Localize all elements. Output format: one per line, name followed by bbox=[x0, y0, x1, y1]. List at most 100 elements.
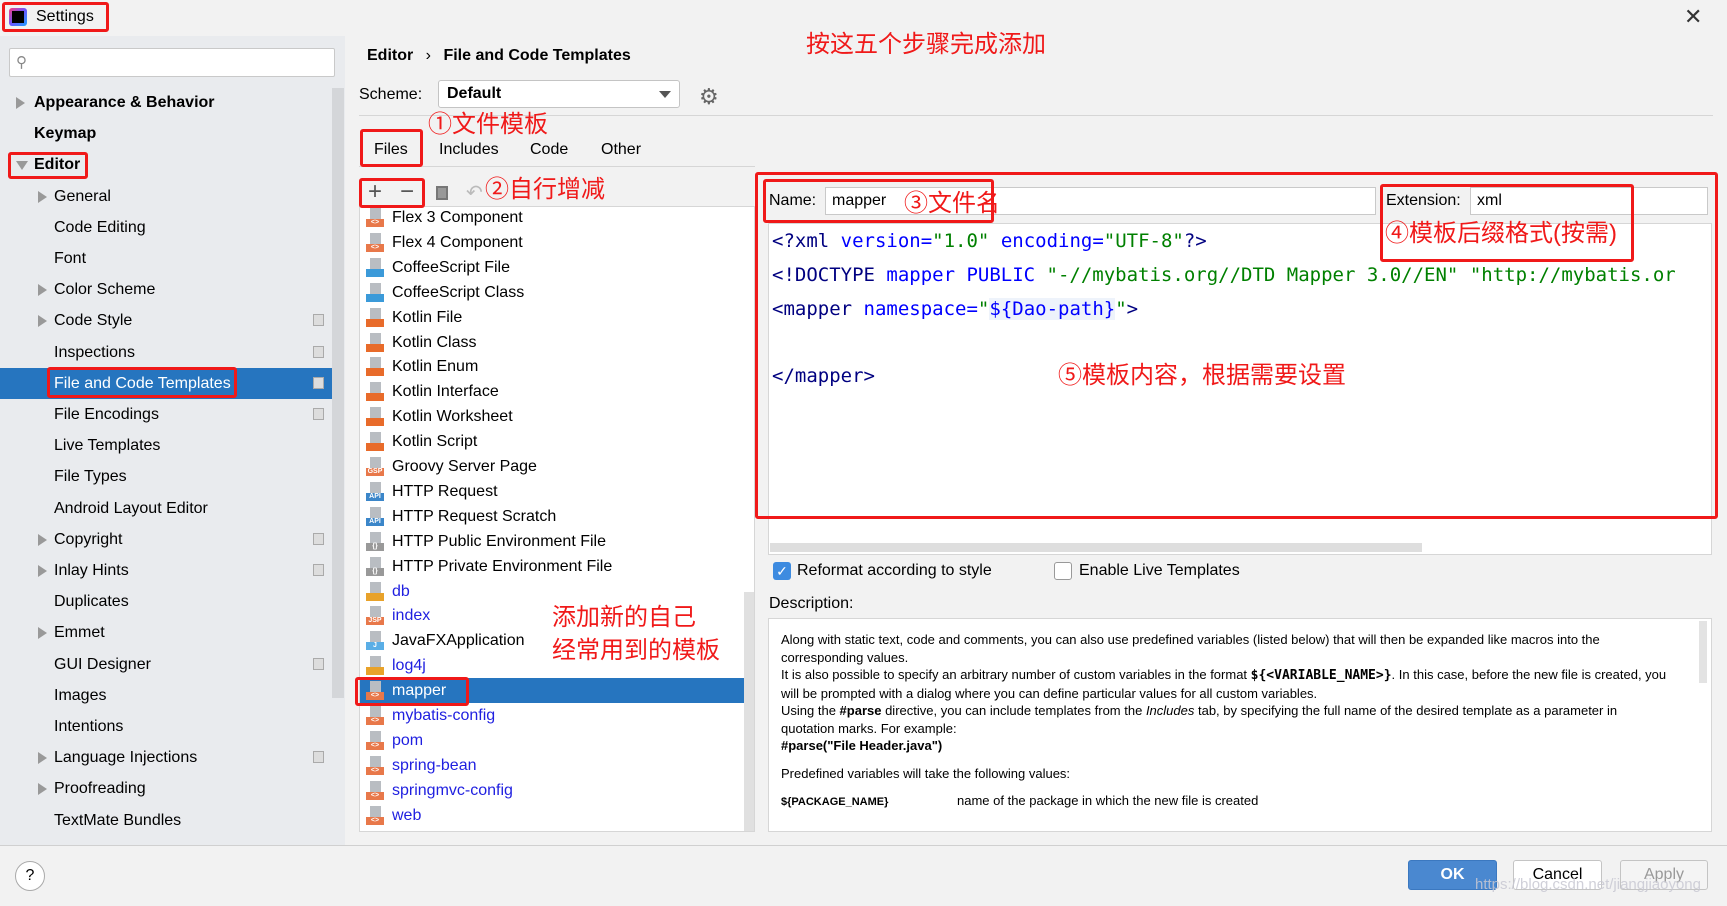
list-item[interactable]: Kotlin Interface bbox=[360, 379, 754, 404]
java-file-icon: J bbox=[366, 631, 384, 651]
chevron-right-icon[interactable] bbox=[38, 533, 47, 546]
sidebar-item-font[interactable]: Font bbox=[0, 243, 332, 274]
help-button[interactable]: ? bbox=[15, 861, 45, 891]
chevron-right-icon[interactable] bbox=[16, 97, 25, 109]
list-item[interactable]: <> Flex 4 Component bbox=[360, 230, 754, 255]
editor-horizontal-scrollbar[interactable] bbox=[770, 543, 1422, 552]
copy-template-icon[interactable] bbox=[436, 186, 448, 200]
list-item[interactable]: Kotlin Script bbox=[360, 429, 754, 454]
sidebar-item-label: Android Layout Editor bbox=[54, 499, 208, 517]
gear-icon[interactable]: ⚙ bbox=[699, 84, 719, 110]
sidebar-item-label: Code Editing bbox=[54, 218, 146, 236]
code-line: </mapper> bbox=[772, 365, 875, 387]
sidebar-item-textmate-bundles[interactable]: TextMate Bundles bbox=[0, 805, 332, 836]
list-item[interactable]: {} HTTP Private Environment File bbox=[360, 554, 754, 579]
list-item[interactable]: <> mapper bbox=[360, 678, 754, 704]
live-templates-label[interactable]: Enable Live Templates bbox=[1079, 562, 1240, 580]
list-item[interactable]: <> spring-bean bbox=[360, 753, 754, 778]
list-item[interactable]: Kotlin Enum bbox=[360, 354, 754, 379]
sidebar-item-language-injections[interactable]: Language Injections bbox=[0, 742, 332, 773]
sidebar-item-keymap[interactable]: Keymap bbox=[0, 118, 332, 149]
sidebar-scrollbar[interactable] bbox=[332, 88, 344, 698]
list-item[interactable]: GSP Groovy Server Page bbox=[360, 454, 754, 479]
extension-input[interactable] bbox=[1470, 187, 1708, 215]
sidebar-item-general[interactable]: General bbox=[0, 181, 332, 212]
sidebar-item-label: Language Injections bbox=[54, 749, 198, 767]
add-template-icon[interactable]: + bbox=[368, 178, 382, 206]
sidebar-item-label: Proofreading bbox=[54, 780, 146, 798]
annotation-step1: ①文件模板 bbox=[428, 111, 548, 138]
sidebar-item-copyright[interactable]: Copyright bbox=[0, 524, 332, 555]
chevron-right-icon[interactable] bbox=[38, 315, 47, 328]
divider bbox=[359, 115, 1713, 116]
sidebar-item-file-types[interactable]: File Types bbox=[0, 461, 332, 492]
chevron-right-icon[interactable] bbox=[38, 752, 47, 765]
reset-icon[interactable]: ↶ bbox=[466, 180, 483, 205]
list-item[interactable]: <> mybatis-config bbox=[360, 703, 754, 728]
reformat-label[interactable]: Reformat according to style bbox=[797, 562, 992, 580]
list-item[interactable]: <> web bbox=[360, 803, 754, 828]
list-item[interactable]: Kotlin Class bbox=[360, 330, 754, 355]
project-scope-icon bbox=[313, 314, 324, 327]
sidebar-item-inlay-hints[interactable]: Inlay Hints bbox=[0, 555, 332, 586]
sidebar-item-gui-designer[interactable]: GUI Designer bbox=[0, 649, 332, 680]
chevron-down-icon[interactable] bbox=[16, 161, 28, 171]
list-item[interactable]: Kotlin Worksheet bbox=[360, 404, 754, 429]
annotation-step2: ②自行增减 bbox=[485, 176, 605, 203]
list-item[interactable]: API HTTP Request bbox=[360, 479, 754, 504]
search-input[interactable]: ⚲ bbox=[9, 48, 335, 77]
sidebar-item-intentions[interactable]: Intentions bbox=[0, 711, 332, 742]
sidebar-item-code-style[interactable]: Code Style bbox=[0, 305, 332, 336]
sidebar-item-live-templates[interactable]: Live Templates bbox=[0, 430, 332, 461]
sidebar-item-file-encodings[interactable]: File Encodings bbox=[0, 399, 332, 430]
scheme-dropdown[interactable]: Default bbox=[438, 80, 680, 108]
list-item[interactable]: CoffeeScript Class bbox=[360, 280, 754, 305]
chevron-down-icon bbox=[659, 91, 671, 98]
list-item[interactable]: <> pom bbox=[360, 728, 754, 753]
list-item[interactable]: CoffeeScript File bbox=[360, 255, 754, 280]
sidebar-item-appearance-behavior[interactable]: Appearance & Behavior bbox=[0, 87, 332, 118]
api-file-icon: API bbox=[366, 506, 384, 526]
list-item[interactable]: db bbox=[360, 579, 754, 604]
xml-file-icon: <> bbox=[366, 681, 384, 701]
sidebar-item-images[interactable]: Images bbox=[0, 680, 332, 711]
sidebar-item-color-scheme[interactable]: Color Scheme bbox=[0, 274, 332, 305]
project-scope-icon bbox=[313, 408, 324, 420]
list-scrollbar[interactable] bbox=[744, 592, 754, 831]
description-scrollbar[interactable] bbox=[1699, 621, 1707, 683]
list-item[interactable]: Kotlin File bbox=[360, 305, 754, 330]
chevron-right-icon[interactable] bbox=[38, 190, 47, 203]
tab-other[interactable]: Other bbox=[601, 137, 641, 163]
tab-code[interactable]: Code bbox=[530, 137, 568, 163]
tab-includes[interactable]: Includes bbox=[439, 137, 499, 163]
kotlin-file-icon bbox=[366, 432, 384, 452]
list-item[interactable]: API HTTP Request Scratch bbox=[360, 504, 754, 529]
sidebar-item-inspections[interactable]: Inspections bbox=[0, 337, 332, 368]
settings-sidebar: ⚲ Appearance & Behavior Keymap Editor Gener… bbox=[0, 36, 345, 846]
sidebar-item-emmet[interactable]: Emmet bbox=[0, 617, 332, 648]
reformat-checkbox[interactable]: ✓ bbox=[773, 562, 791, 580]
sidebar-item-label: Copyright bbox=[54, 530, 123, 548]
sidebar-item-label: Inspections bbox=[54, 343, 135, 361]
sidebar-item-android-layout-editor[interactable]: Android Layout Editor bbox=[0, 493, 332, 524]
chevron-right-icon[interactable] bbox=[38, 284, 47, 297]
sidebar-item-proofreading[interactable]: Proofreading bbox=[0, 773, 332, 804]
sidebar-item-file-and-code-templates[interactable]: File and Code Templates bbox=[0, 367, 332, 399]
sidebar-item-editor[interactable]: Editor bbox=[0, 149, 332, 180]
tab-files[interactable]: Files bbox=[374, 137, 408, 163]
chevron-right-icon[interactable] bbox=[38, 783, 47, 796]
remove-template-icon[interactable]: − bbox=[400, 178, 414, 206]
list-item[interactable]: {} HTTP Public Environment File bbox=[360, 529, 754, 554]
list-item[interactable]: <> springmvc-config bbox=[360, 778, 754, 803]
sidebar-item-code-editing[interactable]: Code Editing bbox=[0, 212, 332, 243]
sidebar-item-duplicates[interactable]: Duplicates bbox=[0, 586, 332, 617]
coffee-file-icon bbox=[366, 282, 384, 302]
live-templates-checkbox[interactable] bbox=[1054, 562, 1072, 580]
list-item[interactable]: <> Flex 3 Component bbox=[360, 207, 754, 230]
breadcrumb-parent[interactable]: Editor bbox=[367, 47, 413, 64]
annotation-title: 按这五个步骤完成添加 bbox=[806, 31, 1046, 58]
close-icon[interactable]: ✕ bbox=[1684, 4, 1702, 30]
search-icon: ⚲ bbox=[16, 54, 27, 71]
chevron-right-icon[interactable] bbox=[38, 627, 47, 640]
chevron-right-icon[interactable] bbox=[38, 565, 47, 577]
